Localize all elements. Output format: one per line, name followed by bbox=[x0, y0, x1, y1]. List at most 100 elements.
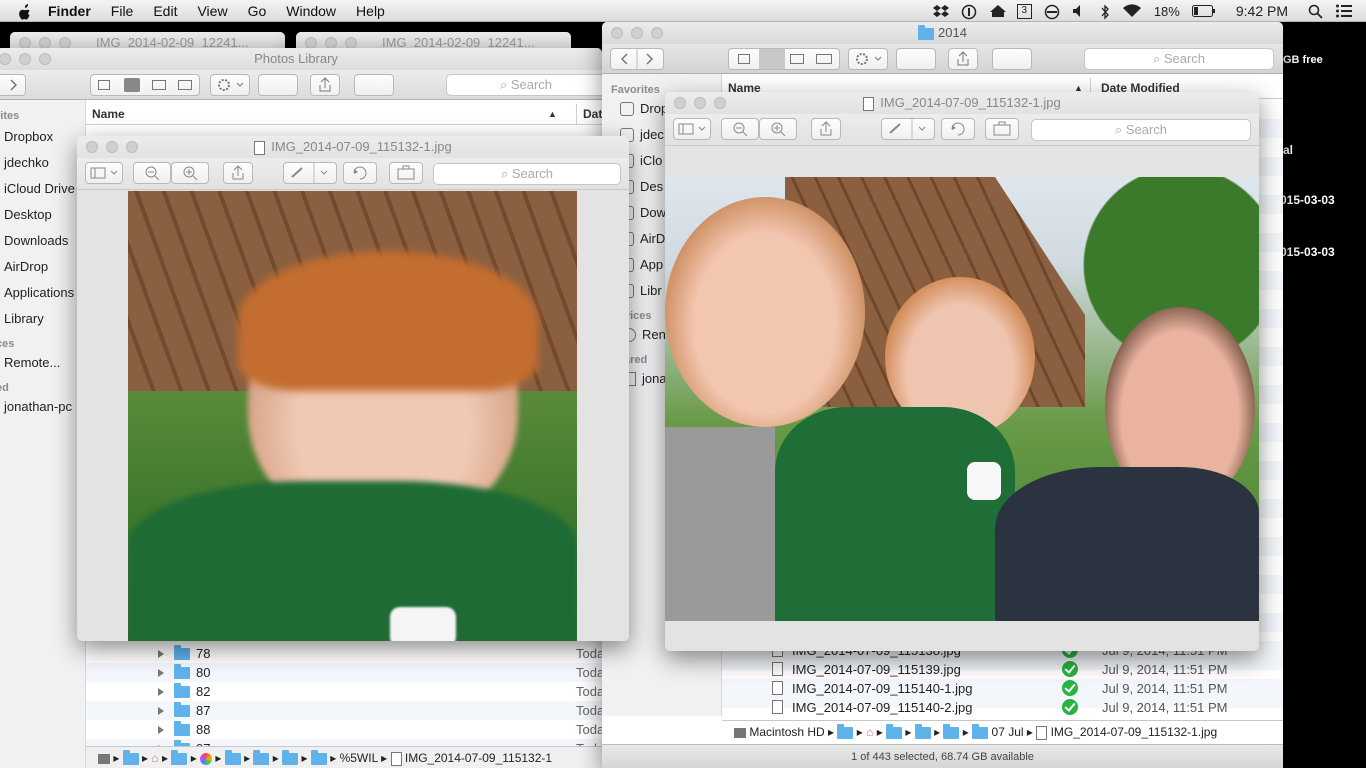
path-item-jul[interactable]: 07 Jul bbox=[992, 725, 1024, 739]
column-view-icon[interactable] bbox=[152, 80, 166, 90]
icon-view-icon[interactable] bbox=[98, 80, 110, 90]
close-button[interactable] bbox=[674, 97, 686, 109]
share-button[interactable] bbox=[948, 48, 978, 70]
toolbox-button[interactable] bbox=[389, 162, 423, 184]
sidebar-item-downloads[interactable]: Downloads bbox=[4, 228, 85, 254]
disclosure-triangle-icon[interactable] bbox=[158, 650, 164, 658]
folder-icon[interactable] bbox=[282, 749, 299, 765]
path-item-file[interactable]: IMG_2014-07-09_115132-1.jpg bbox=[1051, 725, 1218, 739]
preview-window-left[interactable]: IMG_2014-07-09_115132-1.jpg ⌕ Search bbox=[77, 136, 629, 641]
tag-button[interactable] bbox=[992, 48, 1032, 70]
menu-file[interactable]: File bbox=[111, 3, 134, 19]
arrange-button[interactable] bbox=[896, 48, 936, 70]
spotlight-search-icon[interactable] bbox=[1308, 4, 1324, 19]
close-button[interactable] bbox=[611, 27, 623, 39]
hd-icon[interactable] bbox=[734, 727, 746, 738]
notification-center-icon[interactable] bbox=[1336, 4, 1352, 18]
disclosure-triangle-icon[interactable] bbox=[158, 669, 164, 677]
table-row[interactable]: IMG_2014-07-09_115140-1.jpg Jul 9, 2014, … bbox=[722, 679, 1283, 698]
home-icon[interactable]: ⌂ bbox=[866, 725, 873, 739]
menu-view[interactable]: View bbox=[197, 3, 227, 19]
zoom-button[interactable] bbox=[714, 97, 726, 109]
apple-icon[interactable] bbox=[16, 3, 36, 20]
sidebar-item-library[interactable]: Library bbox=[4, 306, 85, 332]
disclosure-triangle-icon[interactable] bbox=[158, 726, 164, 734]
share-button[interactable] bbox=[310, 74, 340, 96]
column-view-icon[interactable] bbox=[790, 54, 804, 64]
column-header-date[interactable]: Date bbox=[576, 104, 602, 125]
bluetooth-icon[interactable] bbox=[1100, 4, 1110, 20]
table-row[interactable]: 82 Toda bbox=[86, 682, 602, 701]
folder-icon[interactable] bbox=[122, 749, 139, 765]
sidebar-item-desktop[interactable]: Desktop bbox=[4, 202, 85, 228]
column-header-name[interactable]: Name bbox=[92, 104, 125, 125]
zoom-button[interactable] bbox=[39, 53, 51, 65]
close-button[interactable] bbox=[86, 141, 98, 153]
menu-window[interactable]: Window bbox=[286, 3, 336, 19]
menu-app-finder[interactable]: Finder bbox=[48, 3, 91, 19]
calendar-badge-icon[interactable]: 3 bbox=[1016, 3, 1032, 19]
home-icon[interactable]: ⌂ bbox=[151, 751, 158, 765]
close-button[interactable] bbox=[0, 53, 11, 65]
toolbox-button[interactable] bbox=[985, 118, 1019, 140]
minimize-button[interactable] bbox=[19, 53, 31, 65]
table-row[interactable]: 78 Toda bbox=[86, 644, 602, 663]
disclosure-triangle-icon[interactable] bbox=[158, 688, 164, 696]
battery-icon[interactable] bbox=[1191, 4, 1216, 18]
sidebar-toggle-button[interactable] bbox=[85, 162, 123, 184]
list-view-icon[interactable] bbox=[759, 49, 785, 69]
sidebar-item-airdrop[interactable]: AirDrop bbox=[4, 254, 85, 280]
action-gear-button[interactable] bbox=[848, 48, 888, 70]
folder-icon[interactable] bbox=[224, 749, 241, 765]
table-row[interactable]: IMG_2014-07-09_115139.jpg Jul 9, 2014, 11… bbox=[722, 660, 1283, 679]
table-row[interactable]: 80 Toda bbox=[86, 663, 602, 682]
menu-go[interactable]: Go bbox=[248, 3, 267, 19]
folder-icon[interactable] bbox=[310, 749, 327, 765]
minimize-button[interactable] bbox=[631, 27, 643, 39]
action-gear-button[interactable] bbox=[210, 74, 250, 96]
coverflow-view-icon[interactable] bbox=[178, 80, 192, 90]
search-field[interactable]: ⌕ Search bbox=[1031, 119, 1251, 141]
sidebar-item-icloud-drive[interactable]: iCloud Drive bbox=[4, 176, 85, 202]
minimize-button[interactable] bbox=[694, 97, 706, 109]
info-circle-icon[interactable] bbox=[961, 4, 977, 20]
rotate-button[interactable] bbox=[941, 118, 975, 140]
coverflow-view-icon[interactable] bbox=[816, 54, 832, 64]
folder-icon[interactable] bbox=[972, 723, 989, 739]
hd-icon[interactable] bbox=[98, 753, 110, 764]
icon-view-icon[interactable] bbox=[738, 54, 750, 64]
photos-icon[interactable] bbox=[200, 752, 213, 765]
preview-window-right[interactable]: IMG_2014-07-09_115132-1.jpg ⌕ Search bbox=[665, 92, 1259, 651]
back-button[interactable] bbox=[610, 48, 664, 70]
sidebar-item-jonathan-pc[interactable]: jonathan-pc bbox=[0, 394, 85, 420]
folder-icon[interactable] bbox=[943, 723, 960, 739]
rotate-button[interactable] bbox=[343, 162, 377, 184]
volume-icon[interactable] bbox=[1072, 4, 1088, 18]
zoom-button[interactable] bbox=[651, 27, 663, 39]
zoom-in-button[interactable] bbox=[759, 118, 797, 140]
no-entry-icon[interactable] bbox=[1044, 4, 1060, 20]
sidebar-item-dropbox[interactable]: Dropbox bbox=[4, 124, 85, 150]
markup-button[interactable] bbox=[881, 118, 935, 140]
share-button[interactable] bbox=[223, 162, 253, 184]
path-item-file[interactable]: IMG_2014-07-09_115132-1 bbox=[405, 751, 552, 765]
zoom-button[interactable] bbox=[126, 141, 138, 153]
search-field[interactable]: ⌕ Search bbox=[433, 163, 621, 185]
table-row[interactable]: IMG_2014-07-09_115140-2.jpg Jul 9, 2014, … bbox=[722, 698, 1283, 717]
sidebar-toggle-button[interactable] bbox=[673, 118, 711, 140]
clock[interactable]: 9:42 PM bbox=[1236, 3, 1288, 19]
search-field[interactable]: ⌕ Search bbox=[1084, 48, 1274, 70]
folder-icon[interactable] bbox=[253, 749, 270, 765]
home-icon[interactable] bbox=[989, 4, 1006, 18]
path-item-hd[interactable]: Macintosh HD bbox=[749, 725, 824, 739]
list-view-icon[interactable] bbox=[124, 78, 140, 92]
markup-button[interactable] bbox=[283, 162, 337, 184]
search-field[interactable]: ⌕ Search bbox=[446, 74, 602, 96]
sort-arrow-icon[interactable]: ▲ bbox=[548, 104, 557, 125]
folder-icon[interactable] bbox=[886, 723, 903, 739]
menu-edit[interactable]: Edit bbox=[153, 3, 177, 19]
zoom-in-button[interactable] bbox=[171, 162, 209, 184]
path-item-wil[interactable]: %5WIL bbox=[340, 751, 378, 765]
sidebar-item-applications[interactable]: Applications bbox=[4, 280, 85, 306]
table-row[interactable]: 88 Toda bbox=[86, 720, 602, 739]
